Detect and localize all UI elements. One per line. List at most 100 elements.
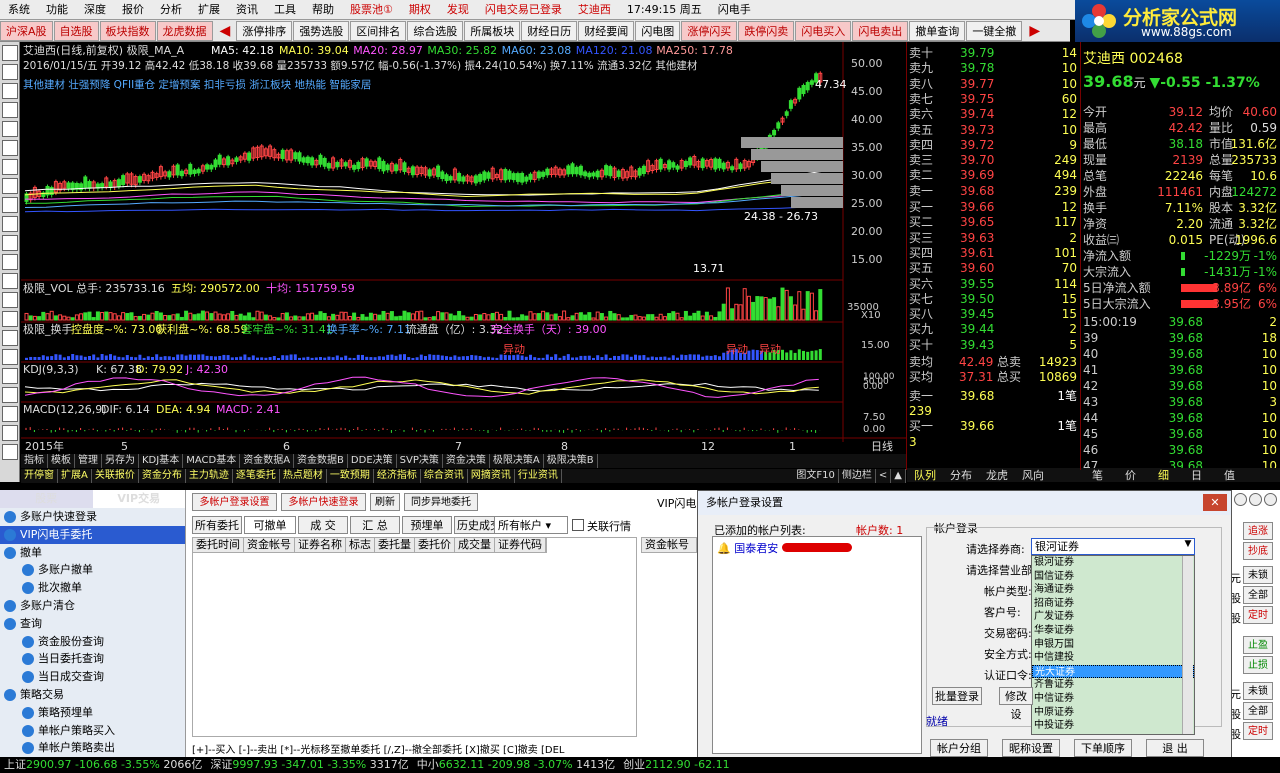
trade-top-btn-1[interactable]: 多帐户快速登录 [281,493,366,511]
list-icon[interactable] [2,64,18,80]
sidebar-item-9[interactable]: 当日成交查询 [0,668,185,686]
sidebar-item-7[interactable]: 资金股份查询 [0,633,185,651]
kline-chart[interactable]: 艾迪西(日线,前复权) 极限_MA_A MA5: 42.18 MA10: 39.04… [21,42,906,452]
link-quote-checkbox[interactable] [572,519,584,531]
toolbar-btn-6[interactable]: 区间排名 [350,20,407,41]
grid-icon[interactable] [2,102,18,118]
info-tab-8[interactable]: 经济指标 [374,469,421,483]
info-tab-10[interactable]: 网摘资讯 [468,469,515,483]
info-tab-3[interactable]: 资金分布 [139,469,186,483]
batch-login-button[interactable]: 批量登录 [932,687,982,705]
dialog-bottom-btn-2[interactable]: 下单顺序 [1074,739,1132,757]
info-icon[interactable] [2,330,18,346]
trade-top-btn-2[interactable]: 刷新 [370,493,400,511]
index-status-0[interactable]: 上证2900.97 -106.68 -3.55% 2066亿 [0,757,206,773]
toolbar-scroll-left-icon[interactable]: ◀ [214,23,237,39]
info-tab-4[interactable]: 主力轨迹 [186,469,233,483]
order-tab-2[interactable]: 成 交 [298,516,348,534]
sidebar-item-5[interactable]: 多账户清仓 [0,597,185,615]
account-item[interactable]: 🔔 国泰君安 [717,540,853,556]
indicator-tab-5[interactable]: MACD基本 [183,454,241,468]
menu-item-4[interactable]: 分析 [152,0,190,20]
menu-item-6[interactable]: 资讯 [228,0,266,20]
menu-item-1[interactable]: 功能 [38,0,76,20]
menu-item-7[interactable]: 工具 [266,0,304,20]
book-tab-2[interactable]: 龙虎 [979,467,1015,483]
menu-item-9[interactable]: 股票池① [342,0,401,20]
account-select[interactable]: 所有帐户 ▾ [494,516,568,534]
bar-icon[interactable] [2,178,18,194]
dialog-bottom-btn-1[interactable]: 昵称设置 [1002,739,1060,757]
quick-btn-4[interactable]: 定时 [1243,606,1273,624]
table-icon[interactable] [2,159,18,175]
quick-btn-9[interactable]: 定时 [1243,722,1273,740]
info-tab-7[interactable]: 一致预期 [327,469,374,483]
menu-item-8[interactable]: 帮助 [304,0,342,20]
toolbar-btn-3[interactable]: 龙虎数据 [156,20,213,41]
sidebar-item-12[interactable]: 单帐户策略买入 [0,722,185,740]
info-tab-2[interactable]: 关联报价 [92,469,139,483]
sidebar-item-13[interactable]: 单帐户策略卖出 [0,739,185,757]
toolbar-scroll-right-icon[interactable]: ▶ [1023,23,1046,39]
sidebar-item-1[interactable]: VIP闪电手委托 [0,525,185,544]
broker-option-12[interactable]: 中投证券 [1032,719,1194,733]
toolbar-btn-12[interactable]: 涨停闪买 [681,20,738,41]
account-list[interactable]: 🔔 国泰君安 [712,536,922,754]
toolbar-btn-9[interactable]: 财经日历 [521,20,578,41]
chart-footer-item[interactable]: 图文F10 [793,469,839,483]
window-min-icon[interactable] [1234,493,1247,506]
toolbar-btn-5[interactable]: 强势选股 [293,20,350,41]
menu-item-12[interactable]: 闪电交易已登录 [477,0,570,20]
menu-item-13[interactable]: 艾迪西 [570,0,619,20]
broker-option-0[interactable]: 银河证券 [1032,556,1194,570]
broker-option-1[interactable]: 国信证券 [1032,570,1194,584]
menu-item-2[interactable]: 深度 [76,0,114,20]
info-tab-0[interactable]: 开停窗 [21,469,58,483]
index-status-1[interactable]: 深证9997.93 -347.01 -3.35% 3317亿 [206,757,412,773]
book-tab-0[interactable]: 队列 [907,467,943,483]
toolbar-btn-17[interactable]: 一键全撤 [966,20,1023,41]
indicator-tab-7[interactable]: 资金数据B [294,454,348,468]
broker-option-8[interactable]: 光大证券 [1032,664,1194,679]
menu-item-3[interactable]: 报价 [114,0,152,20]
indicator-tab-4[interactable]: KDJ基本 [139,454,184,468]
calc-icon[interactable] [2,349,18,365]
book-tab-1[interactable]: 分布 [943,467,979,483]
f10-icon[interactable] [2,197,18,213]
sidebar-item-10[interactable]: 策略交易 [0,686,185,704]
trade-top-btn-0[interactable]: 多帐户登录设置 [192,493,277,511]
indicator-tab-11[interactable]: 极限决策A [490,454,544,468]
quick-btn-5[interactable]: 止盈 [1243,636,1273,654]
quick-btn-1[interactable]: 抄底 [1243,542,1273,560]
sidebar-tab-0[interactable]: 股票 [0,489,93,508]
trade-top-btn-3[interactable]: 同步异地委托 [404,493,478,511]
sidebar-item-6[interactable]: 查询 [0,615,185,633]
broker-dropdown-list[interactable]: 银河证券 国信证券 海通证券 招商证券 广发证券 华泰证券 申银万国 中信建投 光大证券 齐鲁证券… [1031,555,1195,735]
indicator-tab-12[interactable]: 极限决策B [544,454,598,468]
menu-item-11[interactable]: 发现 [439,0,477,20]
tick-tab-1[interactable]: 价 [1114,467,1147,483]
star-icon[interactable] [2,121,18,137]
quick-btn-3[interactable]: 全部 [1243,586,1273,604]
sidebar-tab-1[interactable]: VIP交易 [92,489,185,508]
tick-tab-0[interactable]: 笔 [1081,467,1114,483]
user-icon[interactable] [2,425,18,441]
info-tab-5[interactable]: 逐笔委托 [233,469,280,483]
broker-option-6[interactable]: 申银万国 [1032,638,1194,652]
broker-option-3[interactable]: 招商证券 [1032,597,1194,611]
order-tab-0[interactable]: 所有委托 [192,516,242,534]
broker-option-7[interactable]: 中信建投 [1032,651,1194,665]
info-tab-11[interactable]: 行业资讯 [515,469,562,483]
sidebar-item-0[interactable]: 多账户快速登录 [0,508,185,526]
indicator-tab-9[interactable]: SVP决策 [397,454,443,468]
sidebar-item-3[interactable]: 多账户撤单 [0,561,185,579]
quick-btn-2[interactable]: 未锁 [1243,566,1273,584]
chart-footer-item[interactable]: < [876,469,892,483]
menu-item-0[interactable]: 系统 [0,0,38,20]
indicator-tab-3[interactable]: 另存为 [102,454,139,468]
index-status-3[interactable]: 创业2112.90 -62.11 [619,757,733,773]
broker-dropdown-icon[interactable]: ▼ [1182,539,1194,554]
indicator-tab-6[interactable]: 资金数据A [240,454,295,468]
help-icon[interactable] [2,292,18,308]
news-icon[interactable] [2,235,18,251]
